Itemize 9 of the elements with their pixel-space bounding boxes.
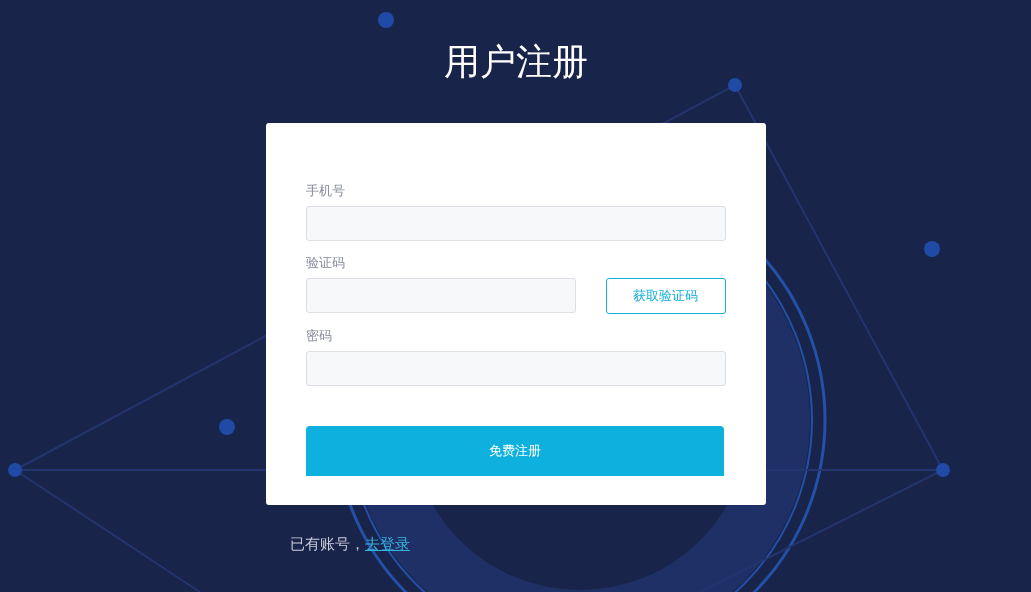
input-field[interactable] [305,351,726,386]
get-code-button[interactable]: 获取验证码 [605,278,726,314]
field-label: 密码 [305,328,333,344]
field-label: 手机号 [305,183,346,199]
input-field[interactable] [305,278,576,313]
page-title: 用户注册 [443,40,588,84]
input-field[interactable] [305,206,726,241]
register-button[interactable]: 免费注册 [305,426,724,476]
field-label: 验证码 [305,255,346,271]
